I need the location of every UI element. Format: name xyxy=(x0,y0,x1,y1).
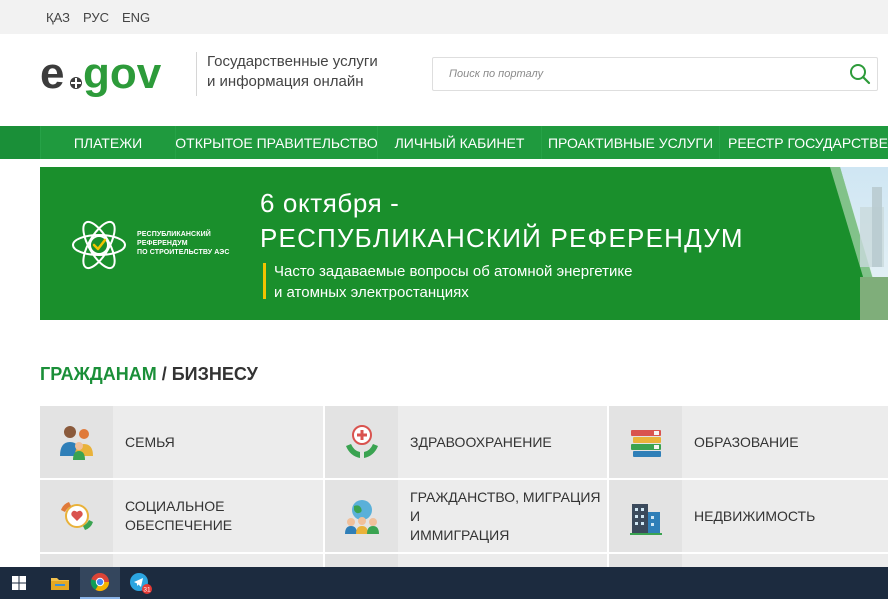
banner-subtitle: Часто задаваемые вопросы об атомной энер… xyxy=(274,261,632,303)
search-box xyxy=(432,57,878,91)
tile-icon-box xyxy=(325,480,398,552)
tile-social-care[interactable]: СОЦИАЛЬНОЕ ОБЕСПЕЧЕНИЕ xyxy=(40,480,323,552)
lang-eng[interactable]: ENG xyxy=(122,10,150,25)
egov-page: ҚАЗ РУС ENG e gov Государственные услуги… xyxy=(0,0,888,599)
tile-label-line-1: СОЦИАЛЬНОЕ xyxy=(125,498,225,514)
tagline-line-1: Государственные услуги xyxy=(207,53,378,70)
svg-text:gov: gov xyxy=(83,49,162,98)
social-care-icon xyxy=(60,502,93,530)
search-input[interactable] xyxy=(433,58,833,90)
tile-icon-box xyxy=(40,406,113,478)
books-icon xyxy=(630,430,661,457)
emblem-caption-line-2: РЕФЕРЕНДУМ xyxy=(137,240,188,247)
chrome-icon xyxy=(90,573,109,592)
search-icon[interactable] xyxy=(847,61,873,87)
banner-date: 6 октября - xyxy=(260,188,400,218)
tile-real-estate[interactable]: НЕДВИЖИМОСТЬ xyxy=(609,480,888,552)
banner-accent-bar xyxy=(263,263,266,299)
tile-row3-c[interactable] xyxy=(609,554,888,568)
nav-item-proactive-services[interactable]: ПРОАКТИВНЫЕ УСЛУГИ xyxy=(541,126,719,159)
emblem-caption-line-1: РЕСПУБЛИКАНСКИЙ xyxy=(137,231,211,238)
tile-icon-box xyxy=(609,480,682,552)
start-button[interactable] xyxy=(0,567,38,599)
referendum-banner[interactable]: РЕСПУБЛИКАНСКИЙ РЕФЕРЕНДУМ ПО СТРОИТЕЛЬС… xyxy=(40,167,888,320)
building-icon xyxy=(629,504,662,535)
tile-label-line-2: ИММИГРАЦИЯ xyxy=(410,526,510,543)
tagline-line-2: и информация онлайн xyxy=(207,73,364,90)
healthcare-icon xyxy=(345,425,378,458)
taskbar-chrome[interactable] xyxy=(80,567,120,599)
telegram-badge: 31 xyxy=(143,587,151,594)
tile-label-line-2: ОБЕСПЕЧЕНИЕ xyxy=(125,517,233,533)
windows-start-icon xyxy=(12,576,26,590)
file-explorer-icon xyxy=(51,578,69,590)
title-separator: / xyxy=(156,364,172,384)
tile-label: НЕДВИЖИМОСТЬ xyxy=(694,507,816,524)
tile-label: ГРАЖДАНСТВО, МИГРАЦИЯ И ИММИГРАЦИЯ xyxy=(410,480,607,552)
tile-icon-box xyxy=(325,406,398,478)
main-nav: ПЛАТЕЖИ ОТКРЫТОЕ ПРАВИТЕЛЬСТВО ЛИЧНЫЙ КА… xyxy=(0,126,888,159)
lang-kaz[interactable]: ҚАЗ xyxy=(46,10,70,25)
windows-taskbar: 31 xyxy=(0,567,888,599)
tile-label-line-1: ГРАЖДАНСТВО, МИГРАЦИЯ И xyxy=(410,488,601,524)
emblem-caption-line-3: ПО СТРОИТЕЛЬСТВУ АЭС xyxy=(137,249,230,256)
tile-education[interactable]: ОБРАЗОВАНИЕ xyxy=(609,406,888,478)
tile-icon-box xyxy=(325,554,398,568)
tile-row3-b[interactable] xyxy=(325,554,607,568)
svg-text:e: e xyxy=(40,49,64,98)
nav-item-personal-account[interactable]: ЛИЧНЫЙ КАБИНЕТ xyxy=(377,126,541,159)
tile-label: СОЦИАЛЬНОЕ ОБЕСПЕЧЕНИЕ xyxy=(125,480,232,552)
power-plant-photo xyxy=(830,167,888,320)
telegram-icon: 31 xyxy=(130,573,152,594)
emblem-caption: РЕСПУБЛИКАНСКИЙ РЕФЕРЕНДУМ ПО СТРОИТЕЛЬС… xyxy=(137,230,230,257)
tile-row3-a[interactable] xyxy=(40,554,323,568)
banner-headline: РЕСПУБЛИКАНСКИЙ РЕФЕРЕНДУМ xyxy=(260,223,744,253)
nav-item-registry[interactable]: РЕЕСТР ГОСУДАРСТВЕНН xyxy=(719,126,888,159)
tile-icon-box xyxy=(40,554,113,568)
globe-people-icon xyxy=(344,500,379,534)
tab-business[interactable]: БИЗНЕСУ xyxy=(172,364,258,384)
atom-emblem-icon xyxy=(72,220,126,270)
tile-family[interactable]: СЕМЬЯ xyxy=(40,406,323,478)
nav-spacer xyxy=(0,126,40,159)
tile-label: ЗДРАВООХРАНЕНИЕ xyxy=(410,433,552,450)
tile-healthcare[interactable]: ЗДРАВООХРАНЕНИЕ xyxy=(325,406,607,478)
family-icon xyxy=(59,426,93,460)
tile-icon-box xyxy=(609,554,682,568)
tile-icon-box xyxy=(609,406,682,478)
tile-citizenship-migration[interactable]: ГРАЖДАНСТВО, МИГРАЦИЯ И ИММИГРАЦИЯ xyxy=(325,480,607,552)
taskbar-file-explorer[interactable] xyxy=(42,567,78,599)
tab-citizens[interactable]: ГРАЖДАНАМ xyxy=(40,364,157,384)
banner-subtitle-line-1: Часто задаваемые вопросы об атомной энер… xyxy=(274,263,633,280)
taskbar-telegram[interactable]: 31 xyxy=(122,567,160,599)
nav-item-payments[interactable]: ПЛАТЕЖИ xyxy=(40,126,175,159)
nav-item-open-government[interactable]: ОТКРЫТОЕ ПРАВИТЕЛЬСТВО xyxy=(175,126,377,159)
tile-label: СЕМЬЯ xyxy=(125,433,175,450)
language-bar: ҚАЗ РУС ENG xyxy=(0,0,888,34)
tile-label: ОБРАЗОВАНИЕ xyxy=(694,433,799,450)
lang-rus[interactable]: РУС xyxy=(83,10,109,25)
section-title: ГРАЖДАНАМ / БИЗНЕСУ xyxy=(40,364,258,385)
tile-icon-box xyxy=(40,480,113,552)
site-tagline: Государственные услуги и информация онла… xyxy=(196,52,378,96)
banner-subtitle-line-2: и атомных электростанциях xyxy=(274,284,469,301)
egov-logo[interactable]: e gov xyxy=(40,48,192,104)
site-header: e gov Государственные услуги и информаци… xyxy=(0,34,888,126)
